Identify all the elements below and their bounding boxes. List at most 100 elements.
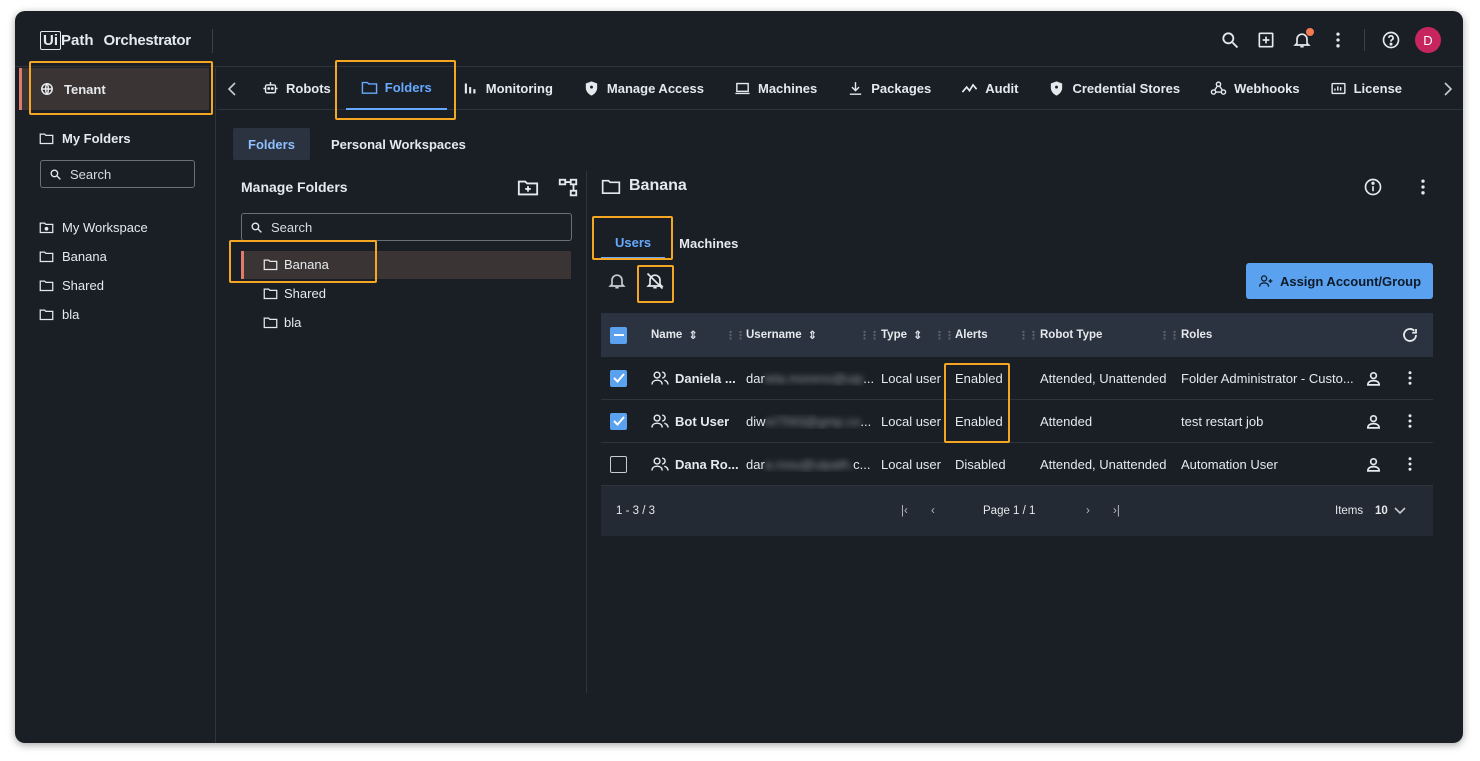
cell-roles: Automation User [1181, 456, 1278, 472]
more-vertical-icon[interactable] [1401, 412, 1419, 430]
grid-pagination: 1 - 3 / 3 |‹ ‹ Page 1 / 1 › ›| Items 10 [601, 486, 1433, 536]
last-page-icon[interactable]: ›| [1113, 505, 1120, 517]
tab-users[interactable]: Users [601, 227, 666, 259]
bell-icon[interactable] [607, 271, 627, 291]
tab-label: Monitoring [485, 81, 553, 96]
more-vertical-icon[interactable] [1401, 455, 1419, 473]
assign-account-group-button[interactable]: Assign Account/Group [1246, 263, 1433, 299]
tab-packages[interactable]: Packages [832, 68, 946, 110]
column-header-roles[interactable]: Roles [1181, 329, 1212, 341]
notification-bell-icon[interactable] [1284, 27, 1320, 53]
tab-machines[interactable]: Machines [665, 227, 752, 259]
row-checkbox[interactable] [610, 369, 627, 387]
tab-label: Machines [757, 81, 818, 96]
select-all-checkbox[interactable] [610, 326, 627, 344]
column-resize-handle[interactable]: ⋮⋮ [1159, 329, 1179, 342]
column-header-username[interactable]: Username ⇕ [746, 328, 817, 342]
more-vertical-icon[interactable] [1413, 177, 1433, 197]
folder-tree-icon[interactable] [557, 177, 579, 199]
column-header-robot-type[interactable]: Robot Type [1040, 329, 1102, 341]
row-checkbox[interactable] [610, 412, 627, 430]
person-icon[interactable] [1365, 413, 1382, 430]
uipath-logo[interactable]: Ui Path Orchestrator [40, 29, 191, 51]
search-icon[interactable] [1212, 27, 1248, 53]
column-resize-handle[interactable]: ⋮⋮ [725, 329, 745, 342]
tab-license[interactable]: License [1315, 68, 1417, 110]
tab-label: Webhooks [1234, 81, 1300, 96]
avatar[interactable]: D [1415, 27, 1441, 53]
sort-icon: ⇕ [807, 330, 818, 342]
subtab-folders[interactable]: Folders [233, 128, 310, 160]
items-per-page-select[interactable]: 10 [1375, 505, 1406, 517]
add-folder-icon[interactable] [517, 177, 539, 199]
logo-path: Path [61, 31, 94, 49]
sidebar-item-tenant[interactable]: Tenant [19, 68, 209, 110]
row-checkbox[interactable] [610, 455, 627, 473]
sort-icon: ⇕ [688, 330, 698, 342]
tree-item-banana[interactable]: Banana [263, 257, 329, 272]
manage-folders-title: Manage Folders [241, 179, 348, 195]
tab-monitoring[interactable]: Monitoring [447, 68, 568, 110]
column-header-name[interactable]: Name ⇕ [651, 328, 698, 342]
chevron-left-icon[interactable] [217, 68, 247, 110]
subtab-personal-workspaces[interactable]: Personal Workspaces [316, 128, 481, 160]
trend-icon [962, 83, 978, 93]
person-icon[interactable] [1365, 456, 1382, 473]
tab-audit[interactable]: Audit [946, 68, 1033, 110]
column-label: Robot Type [1040, 329, 1103, 341]
cell-robot-type: Attended [1040, 413, 1093, 429]
sidebar-item-bla[interactable]: bla [39, 307, 79, 322]
column-resize-handle[interactable]: ⋮⋮ [859, 329, 879, 342]
cell-name: Bot User [651, 413, 729, 429]
search-placeholder: Search [70, 166, 112, 182]
cell-robot-type: Attended, Unattended [1040, 370, 1167, 386]
tab-credential-stores[interactable]: Credential Stores [1033, 68, 1195, 110]
main-tabs: Robots Folders Monitoring Manage Access … [217, 68, 1463, 110]
tree-item-label: Shared [284, 286, 326, 301]
folder-search-input[interactable]: Search [241, 213, 572, 241]
more-vertical-icon[interactable] [1401, 369, 1419, 387]
tab-webhooks[interactable]: Webhooks [1195, 68, 1315, 110]
username-ellipsis: ... [863, 370, 875, 386]
tree-item-shared[interactable]: Shared [263, 286, 326, 301]
tree-item-bla[interactable]: bla [263, 315, 301, 330]
refresh-icon[interactable] [1401, 326, 1419, 344]
app-title: Orchestrator [103, 31, 192, 49]
sidebar-item-my-folders[interactable]: My Folders [39, 131, 131, 146]
tab-machines[interactable]: Machines [719, 68, 832, 110]
sidebar-item-banana[interactable]: Banana [39, 249, 107, 264]
column-resize-handle[interactable]: ⋮⋮ [934, 329, 954, 342]
table-row[interactable]: Daniela ... dar iela.moreno@uip ... Loca… [601, 357, 1433, 400]
column-label: Roles [1181, 329, 1213, 341]
tab-manage-access[interactable]: Manage Access [568, 68, 719, 110]
user-name: Dana Ro... [675, 456, 739, 472]
more-vertical-icon[interactable] [1320, 27, 1356, 53]
sidebar-item-shared[interactable]: Shared [39, 278, 104, 293]
column-header-type[interactable]: Type ⇕ [881, 328, 923, 342]
table-row[interactable]: Dana Ro... dar a.rosu@uipath. c... Local… [601, 443, 1433, 486]
tab-robots[interactable]: Robots [247, 68, 346, 110]
table-row[interactable]: Bot User diw ei7593@gmp.co ... Local use… [601, 400, 1433, 443]
tab-folders[interactable]: Folders [345, 68, 447, 110]
cell-alerts: Enabled [955, 413, 1003, 429]
manage-folders-panel: Manage Folders Search Banana Shared bla [233, 171, 587, 743]
column-resize-handle[interactable]: ⋮⋮ [1018, 329, 1038, 342]
info-icon[interactable] [1363, 177, 1383, 197]
folder-icon [361, 81, 378, 94]
sidebar-item-my-workspace[interactable]: My Workspace [39, 220, 148, 235]
chevron-right-icon[interactable] [1433, 68, 1463, 110]
bell-off-icon[interactable] [645, 271, 665, 291]
user-name: Daniela ... [675, 370, 736, 386]
help-icon[interactable] [1373, 27, 1409, 53]
previous-page-icon[interactable]: ‹ [931, 505, 935, 517]
folder-icon [39, 133, 54, 145]
next-page-icon[interactable]: › [1086, 505, 1090, 517]
person-icon[interactable] [1365, 370, 1382, 387]
shield-icon [585, 81, 598, 96]
sidebar-search-input[interactable]: Search [40, 160, 195, 188]
first-page-icon[interactable]: |‹ [901, 505, 908, 517]
cell-name: Dana Ro... [651, 456, 739, 472]
column-header-alerts[interactable]: Alerts [955, 329, 988, 341]
items-value: 10 [1375, 505, 1388, 517]
add-icon[interactable] [1248, 27, 1284, 53]
